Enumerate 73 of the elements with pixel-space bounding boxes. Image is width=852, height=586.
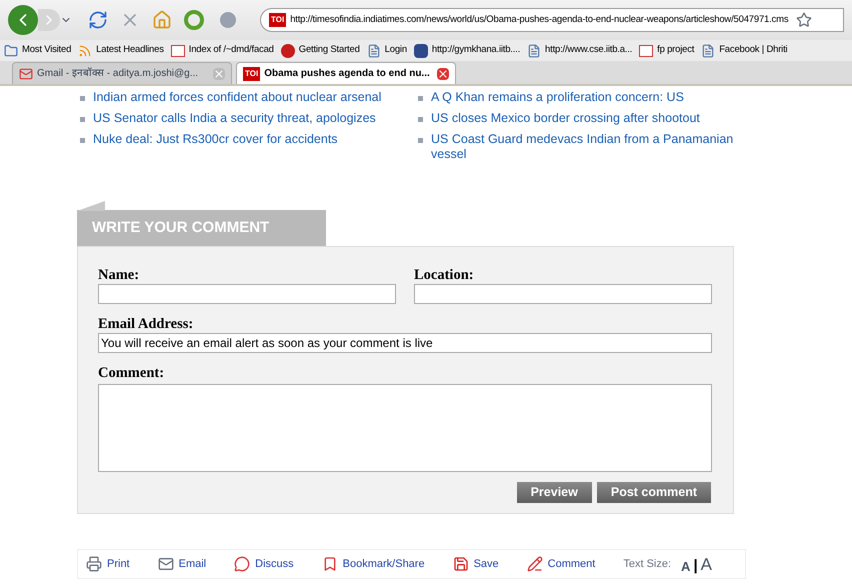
tab-title: Obama pushes agenda to end nu... <box>264 67 431 81</box>
star-icon[interactable] <box>796 12 812 28</box>
address-bar[interactable]: TOI http://timesofindia.indiatimes.com/news/world/us/Obama-pushes-agenda-to-end-nuclear-weapons/articleshow/5047971.cms <box>260 8 844 32</box>
bookmark-item[interactable]: Getting Started <box>298 43 360 58</box>
share-link[interactable]: Discuss <box>255 556 294 572</box>
logo-icon <box>280 44 295 58</box>
news-link[interactable]: A Q Khan remains a proliferation concern: US <box>431 90 684 105</box>
page-icon <box>527 44 542 58</box>
bookmark-item[interactable]: Most Visited <box>22 43 72 58</box>
email-field[interactable]: You will receive an email alert as soon as your comment is live <box>98 333 712 353</box>
field-label: Comment: <box>98 365 166 382</box>
page-icon <box>366 44 381 58</box>
bullet-icon <box>418 138 423 143</box>
comment-field[interactable] <box>98 384 712 472</box>
section-heading: WRITE YOUR COMMENT <box>77 210 326 246</box>
mail-icon <box>19 66 33 80</box>
bookmark-item[interactable]: fp project <box>657 43 694 58</box>
printer-icon <box>86 556 102 572</box>
bookmark-item[interactable]: http://www.cse.iitb.a... <box>545 43 632 58</box>
share-link[interactable]: Comment <box>548 556 596 572</box>
field-label: Name: <box>98 267 140 284</box>
news-link[interactable]: US Coast Guard medevacs Indian from a Panamanian vessel <box>431 132 736 162</box>
share-link[interactable]: Print <box>107 556 130 572</box>
separator: | <box>693 558 698 572</box>
bookmark-item[interactable]: Login <box>384 43 407 58</box>
pencil-icon <box>526 556 543 572</box>
browser-tab[interactable]: Gmail - इनबॉक्स - aditya.m.joshi@g... <box>12 62 232 84</box>
share-link[interactable]: Save <box>474 556 499 572</box>
news-link[interactable]: US closes Mexico border crossing after shootout <box>431 111 700 126</box>
share-link[interactable]: Bookmark/Share <box>342 556 425 572</box>
envelope-icon <box>158 556 174 572</box>
addon-icon[interactable] <box>184 10 204 30</box>
large-text-button[interactable]: A <box>700 556 712 572</box>
site-icon <box>639 44 654 56</box>
share-link[interactable]: Email <box>178 556 206 572</box>
site-icon <box>170 44 185 56</box>
news-link[interactable]: Nuke deal: Just Rs300cr cover for accidents <box>93 132 338 147</box>
favicon: TOI <box>243 66 260 80</box>
close-icon[interactable] <box>213 68 225 80</box>
bookmark-item[interactable]: Index of /~dmd/facad <box>188 43 274 58</box>
bullet-icon <box>418 96 423 101</box>
bookmark-item[interactable]: Latest Headlines <box>96 43 164 58</box>
location-field[interactable] <box>414 284 712 304</box>
bookmark-item[interactable]: http://gymkhana.iitb.... <box>432 43 520 58</box>
folder-icon <box>4 44 18 58</box>
bookmark-item[interactable]: Facebook | Dhriti <box>719 43 788 58</box>
field-label: Email Address: <box>98 316 194 333</box>
name-field[interactable] <box>98 284 396 304</box>
field-label: Location: <box>414 267 475 284</box>
floppy-icon <box>452 556 469 572</box>
post-button[interactable]: Post comment <box>596 482 711 503</box>
browser-tab[interactable]: TOI Obama pushes agenda to end nu... <box>236 62 456 84</box>
close-icon[interactable] <box>437 68 449 80</box>
page-icon <box>701 44 716 58</box>
bullet-icon <box>80 96 85 101</box>
bookmark-icon <box>322 556 338 572</box>
logo-icon <box>414 44 428 58</box>
bullet-icon <box>80 138 85 143</box>
speech-bubble-icon <box>234 556 250 572</box>
text-size-label: Text Size: <box>623 556 672 572</box>
small-text-button[interactable]: A <box>681 560 690 572</box>
tab-title: Gmail - इनबॉक्स - aditya.m.joshi@g... <box>37 66 200 81</box>
reload-icon[interactable] <box>88 10 108 30</box>
home-icon[interactable] <box>152 10 172 30</box>
preview-button[interactable]: Preview <box>516 482 592 503</box>
url-text: http://timesofindia.indiatimes.com/news/world/us/Obama-pushes-agenda-to-end-nuclear-weapons/articleshow/5047971.cms <box>290 12 788 27</box>
bullet-icon <box>80 117 85 122</box>
bullet-icon <box>418 117 423 122</box>
feed-icon <box>78 44 92 58</box>
favicon: TOI <box>269 13 286 27</box>
news-link[interactable]: Indian armed forces confident about nuclear arsenal <box>93 90 382 105</box>
back-button[interactable] <box>8 5 38 35</box>
news-link[interactable]: US Senator calls India a security threat, apologizes <box>93 111 376 126</box>
